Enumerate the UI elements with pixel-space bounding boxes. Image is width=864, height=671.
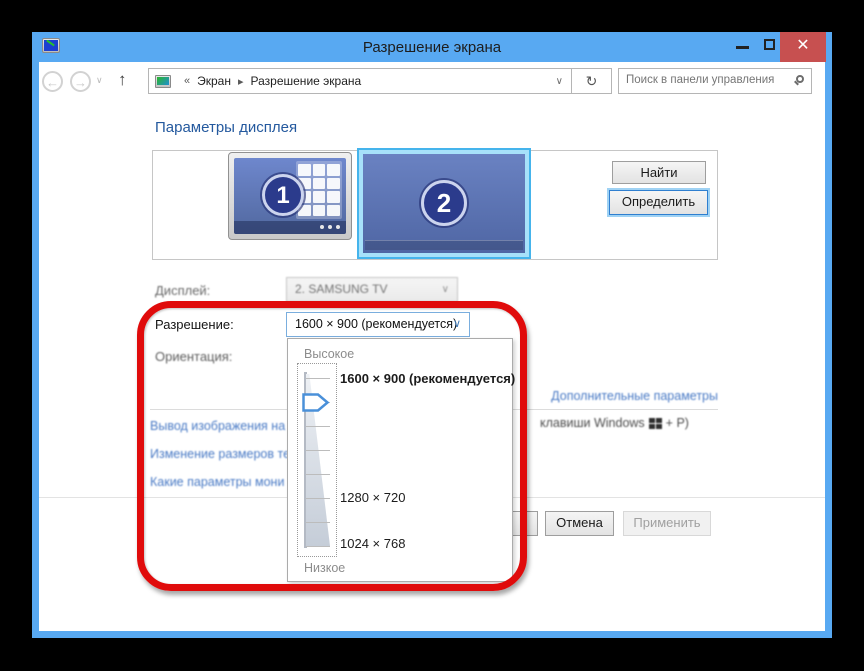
- display-label: Дисплей:: [155, 283, 211, 298]
- detect-button[interactable]: Найти: [612, 161, 706, 184]
- windows-logo-icon: [648, 417, 662, 429]
- monitor-2-number-badge: 2: [421, 180, 467, 226]
- taskbar-dot: [328, 225, 332, 229]
- apply-button: Применить: [623, 511, 711, 536]
- forward-button[interactable]: →: [70, 71, 91, 92]
- shortcut-text-before: клавиши Windows: [540, 416, 645, 430]
- display-combobox-chevron-icon: ∨: [441, 284, 449, 295]
- minimize-icon: [736, 46, 749, 49]
- project-shortcut-text: клавиши Windows + P): [540, 416, 689, 430]
- display-combobox[interactable]: 2. SAMSUNG TV ∨: [286, 277, 458, 302]
- page-title: Параметры дисплея: [155, 119, 298, 136]
- app-icon-arrow: [46, 40, 55, 47]
- breadcrumb-resolution[interactable]: Разрешение экрана: [251, 74, 362, 88]
- search-input[interactable]: [619, 69, 786, 91]
- refresh-button[interactable]: ↻: [571, 68, 612, 94]
- back-button[interactable]: ←: [42, 71, 63, 92]
- history-dropdown-icon[interactable]: ∨: [96, 75, 103, 86]
- search-box[interactable]: [618, 68, 812, 94]
- taskbar-dot: [320, 225, 324, 229]
- window-title: Разрешение экрана: [362, 39, 502, 56]
- address-dropdown-icon[interactable]: ∨: [556, 76, 563, 87]
- monitor-2-taskbar: [365, 240, 523, 250]
- close-button[interactable]: ✕: [780, 32, 826, 62]
- display-combobox-value: 2. SAMSUNG TV: [295, 282, 388, 296]
- breadcrumb-separator-icon: ▸: [237, 75, 244, 88]
- breadcrumb-screen[interactable]: Экран: [197, 74, 231, 88]
- maximize-icon: [764, 39, 775, 50]
- cancel-button[interactable]: Отмена: [545, 511, 614, 536]
- display-crumb-icon: [155, 74, 171, 88]
- search-icon[interactable]: [796, 75, 804, 83]
- minimize-button[interactable]: [730, 32, 756, 60]
- shortcut-text-after: + P): [665, 416, 689, 430]
- app-icon-screen: [44, 40, 58, 51]
- address-bar[interactable]: « Экран ▸ Разрешение экрана ∨: [148, 68, 572, 94]
- identify-button[interactable]: Определить: [609, 190, 708, 215]
- up-button[interactable]: ↑: [118, 70, 127, 90]
- start-tiles-grid: [298, 164, 340, 216]
- breadcrumb-guillemet[interactable]: «: [184, 75, 190, 87]
- red-annotation-oval: [137, 301, 527, 591]
- monitor-1-number-badge: 1: [262, 174, 304, 216]
- taskbar-dot: [336, 225, 340, 229]
- app-icon: [42, 38, 60, 53]
